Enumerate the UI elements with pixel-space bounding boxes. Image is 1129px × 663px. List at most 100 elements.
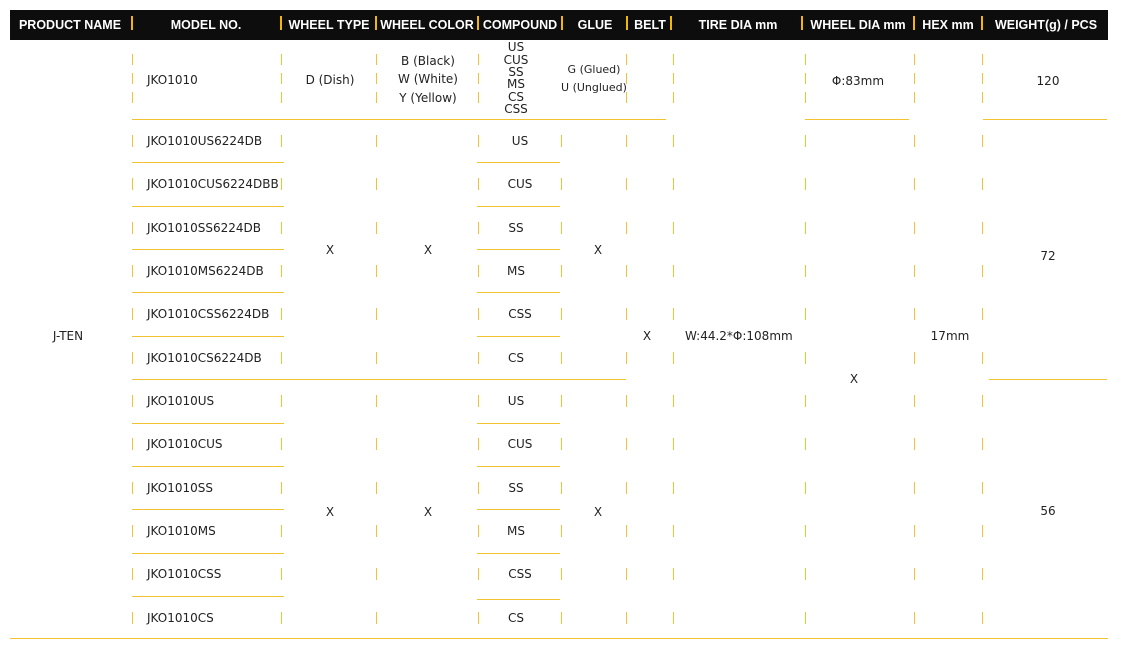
header-separator [280, 16, 282, 30]
cell-underline [132, 162, 284, 163]
cell-separator [982, 265, 983, 277]
cell-underline [132, 466, 284, 467]
cell-separator [478, 482, 479, 494]
cell-separator [561, 482, 562, 494]
cell-separator [914, 482, 915, 494]
cell-separator [281, 352, 282, 364]
cell-separator [626, 308, 627, 320]
header-tire-dia: TIRE DIA mm [698, 18, 778, 32]
cell-separator [914, 92, 915, 103]
model-jko1010ss: JKO1010SS [147, 481, 213, 495]
cell-separator [132, 308, 133, 320]
cell-separator [132, 438, 133, 450]
g2-compound-us: US [507, 394, 525, 408]
cell-separator [376, 73, 377, 84]
cell-separator [132, 612, 133, 624]
cell-separator [673, 525, 674, 537]
cell-separator [673, 395, 674, 407]
header-compound: COMPOUND [482, 18, 558, 32]
cell-separator [376, 352, 377, 364]
cell-separator [132, 395, 133, 407]
cell-underline [132, 292, 284, 293]
cell-separator [982, 308, 983, 320]
cell-separator [132, 54, 133, 65]
cell-separator [281, 178, 282, 190]
cell-separator [376, 568, 377, 580]
cell-separator [805, 308, 806, 320]
g2-glue: X [593, 505, 603, 519]
cell-separator [673, 265, 674, 277]
cell-separator [673, 222, 674, 234]
header-separator [801, 16, 803, 30]
cell-separator [281, 568, 282, 580]
cell-separator [673, 135, 674, 147]
header-separator [913, 16, 915, 30]
model-jko1010css: JKO1010CSS [147, 567, 222, 581]
cell-separator [626, 222, 627, 234]
cell-underline [132, 206, 284, 207]
model-jko1010ms6224db: JKO1010MS6224DB [147, 264, 264, 278]
cell-separator [626, 568, 627, 580]
cell-separator [805, 222, 806, 234]
cell-separator [805, 352, 806, 364]
cell-separator [376, 438, 377, 450]
cell-separator [561, 612, 562, 624]
cell-separator [673, 568, 674, 580]
header-separator [375, 16, 377, 30]
product-name: J-TEN [52, 329, 84, 343]
g2-compound-css: CSS [508, 567, 532, 581]
cell-separator [982, 178, 983, 190]
cell-separator [132, 352, 133, 364]
g2-weight: 56 [1040, 504, 1056, 518]
header-separator [981, 16, 983, 30]
cell-separator [478, 352, 479, 364]
model-jko1010us: JKO1010US [147, 394, 215, 408]
cell-separator [982, 438, 983, 450]
cell-separator [132, 568, 133, 580]
cell-underline [132, 336, 284, 337]
header-hex: HEX mm [922, 18, 974, 32]
row0-color-yellow: Y (Yellow) [399, 91, 457, 105]
cell-separator [805, 612, 806, 624]
cell-separator [376, 54, 377, 65]
cell-separator [626, 54, 627, 65]
cell-separator [914, 222, 915, 234]
g1-compound-us: US [511, 134, 529, 148]
cell-separator [478, 612, 479, 624]
cell-separator [626, 92, 627, 103]
cell-separator [132, 92, 133, 103]
g1-weight: 72 [1040, 249, 1056, 263]
g2-wheel-color: X [423, 505, 433, 519]
model-jko1010css6224db: JKO1010CSS6224DB [147, 307, 270, 321]
header-separator [670, 16, 672, 30]
cell-separator [132, 525, 133, 537]
cell-separator [805, 92, 806, 103]
header-separator [626, 16, 628, 30]
cell-separator [132, 222, 133, 234]
cell-separator [281, 92, 282, 103]
g2-compound-ss: SS [508, 481, 524, 495]
cell-separator [673, 92, 674, 103]
cell-separator [281, 395, 282, 407]
cell-separator [561, 222, 562, 234]
cell-separator [805, 135, 806, 147]
cell-separator [561, 352, 562, 364]
cell-separator [805, 54, 806, 65]
cell-separator [478, 438, 479, 450]
cell-separator [982, 222, 983, 234]
cell-separator [561, 525, 562, 537]
cell-separator [914, 73, 915, 84]
cell-separator [376, 612, 377, 624]
cell-underline [477, 162, 560, 163]
cell-separator [626, 612, 627, 624]
cell-separator [478, 568, 479, 580]
cell-separator [626, 395, 627, 407]
g2-wheel-type: X [325, 505, 335, 519]
cell-separator [478, 265, 479, 277]
cell-separator [478, 222, 479, 234]
cell-separator [626, 525, 627, 537]
cell-separator [561, 178, 562, 190]
cell-separator [376, 482, 377, 494]
model-jko1010us6224db: JKO1010US6224DB [147, 134, 263, 148]
cell-separator [132, 482, 133, 494]
